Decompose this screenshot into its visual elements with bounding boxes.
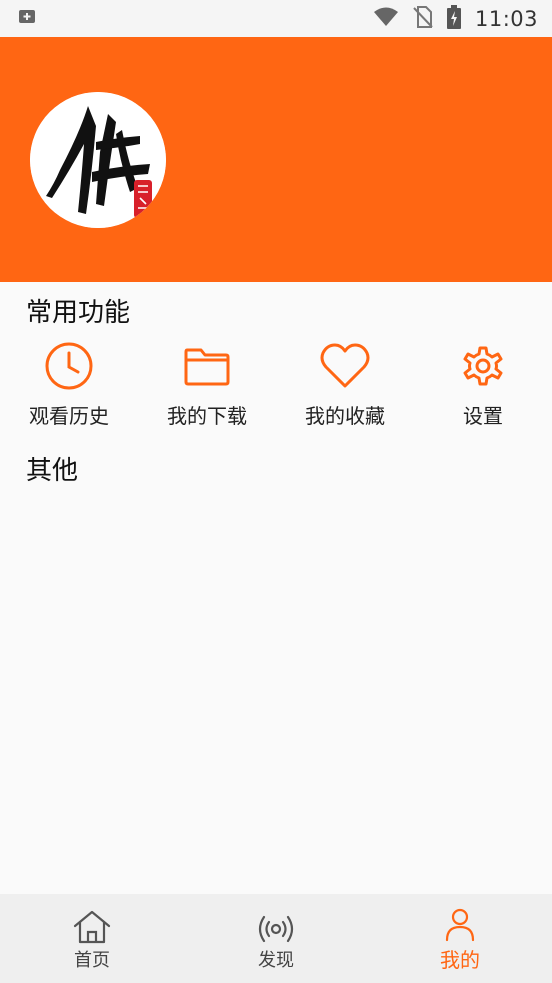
nav-discover-label: 发现 (258, 949, 294, 971)
bottom-nav: 首页 发现 我的 (0, 894, 552, 983)
person-icon (445, 904, 475, 942)
no-sim-icon (413, 5, 433, 32)
my-downloads-label: 我的下载 (167, 404, 247, 428)
nav-discover[interactable]: 发现 (184, 894, 368, 983)
notification-icon (18, 9, 36, 29)
status-time: 11:03 (474, 6, 538, 31)
nav-mine[interactable]: 我的 (368, 894, 552, 983)
battery-charging-icon (446, 4, 461, 33)
nav-mine-label: 我的 (440, 948, 480, 972)
avatar[interactable] (30, 92, 166, 228)
my-favorites-label: 我的收藏 (305, 404, 385, 428)
my-downloads-button[interactable]: 我的下载 (138, 340, 276, 440)
home-icon (72, 906, 112, 944)
my-favorites-button[interactable]: 我的收藏 (276, 340, 414, 440)
status-bar: 11:03 (0, 0, 552, 37)
clock-icon (43, 340, 95, 392)
heart-icon (319, 340, 371, 392)
broadcast-icon (258, 906, 294, 944)
settings-label: 设置 (463, 404, 503, 428)
nav-home-label: 首页 (74, 949, 110, 971)
gear-icon (457, 340, 509, 392)
folder-icon (181, 340, 233, 392)
watch-history-label: 观看历史 (29, 404, 109, 428)
profile-header (0, 37, 552, 282)
watch-history-button[interactable]: 观看历史 (0, 340, 138, 440)
nav-home[interactable]: 首页 (0, 894, 184, 983)
common-functions-title: 常用功能 (26, 298, 131, 328)
settings-button[interactable]: 设置 (414, 340, 552, 440)
common-functions-grid: 观看历史 我的下载 我的收藏 设置 (0, 340, 552, 440)
wifi-icon (373, 7, 399, 31)
profile-screen: 11:03 常用功能 观看历史 我的下载 我的收藏 设置 其他 首页 发现 我的 (0, 0, 552, 983)
other-title: 其他 (26, 456, 79, 486)
calligraphy-logo-icon (30, 92, 166, 228)
